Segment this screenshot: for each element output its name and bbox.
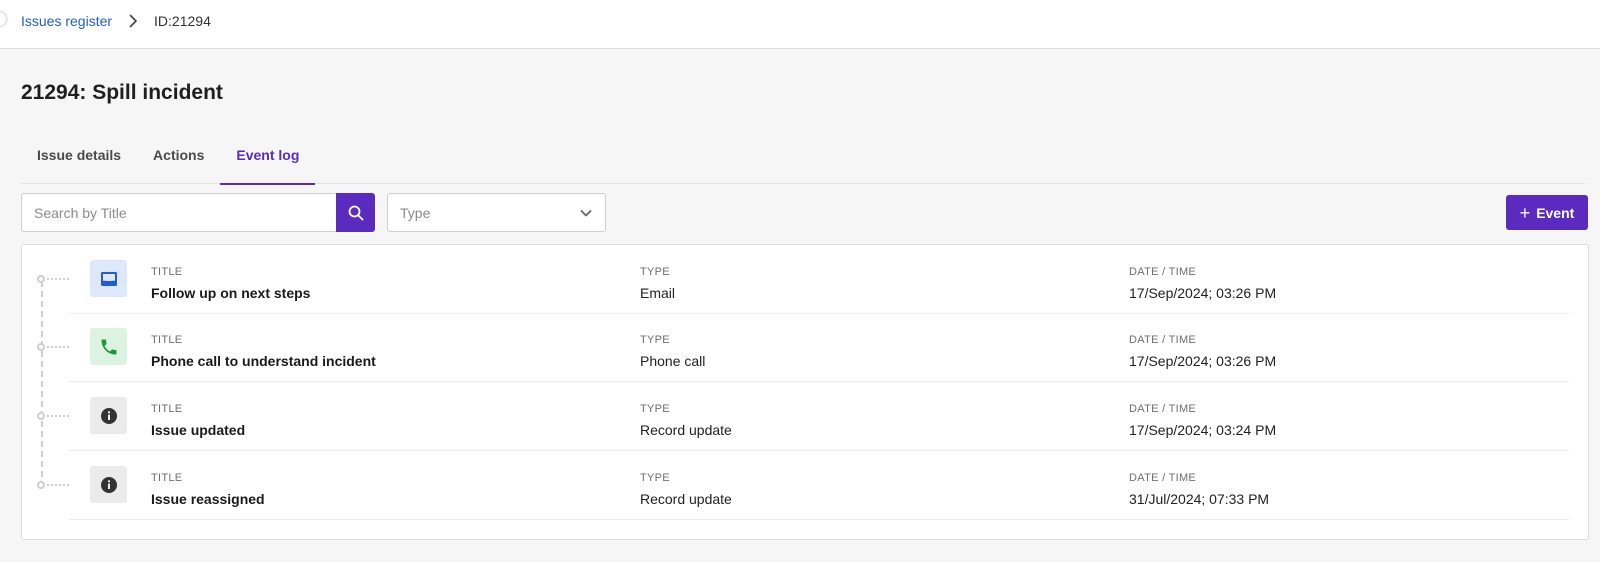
event-row[interactable]: Title Issue updated Type Record update D…	[37, 382, 1569, 451]
event-title-col: Title Phone call to understand incident	[151, 333, 376, 370]
chevron-down-icon	[580, 209, 592, 216]
timeline-connector	[47, 415, 69, 417]
event-datetime: 31/Jul/2024; 07:33 PM	[1129, 491, 1270, 507]
event-title: Issue updated	[151, 422, 246, 438]
timeline-connector	[47, 278, 69, 280]
event-type-col: Type Record update	[640, 402, 732, 439]
event-datetime: 17/Sep/2024; 03:26 PM	[1129, 353, 1277, 369]
info-icon	[100, 476, 117, 493]
event-type-col: Type Record update	[640, 471, 732, 508]
inbox-icon	[100, 271, 117, 286]
event-title-col: Title Follow up on next steps	[151, 265, 310, 302]
breadcrumb-issues-register-link[interactable]: Issues register	[21, 12, 112, 30]
page-title: 21294: Spill incident	[21, 81, 223, 104]
event-type-col: Type Email	[640, 265, 675, 302]
plus-icon: +	[1519, 202, 1531, 223]
type-label: Type	[640, 403, 670, 415]
timeline-dot	[37, 481, 45, 489]
type-label: Type	[640, 266, 670, 278]
event-title: Phone call to understand incident	[151, 353, 376, 369]
timeline-dot	[37, 343, 45, 351]
timeline-line	[41, 281, 43, 487]
title-label: Title	[151, 266, 183, 278]
event-date-col: Date / Time 31/Jul/2024; 07:33 PM	[1129, 471, 1269, 508]
event-icon-badge	[90, 397, 127, 434]
event-row[interactable]: Title Issue reassigned Type Record updat…	[37, 451, 1569, 520]
event-datetime: 17/Sep/2024; 03:24 PM	[1129, 422, 1277, 438]
timeline-dot	[37, 275, 45, 283]
type-filter-select[interactable]: Type	[387, 193, 606, 232]
datetime-label: Date / Time	[1129, 472, 1197, 484]
timeline-connector	[47, 346, 69, 348]
timeline-connector	[47, 484, 69, 486]
event-icon-badge	[90, 260, 127, 297]
tab-issue-details[interactable]: Issue details	[21, 126, 137, 184]
event-type: Record update	[640, 422, 732, 438]
search-icon	[348, 205, 363, 220]
event-icon-badge	[90, 328, 127, 365]
top-bar: Issues register ID:21294	[0, 0, 1600, 49]
datetime-label: Date / Time	[1129, 266, 1197, 278]
tab-bar: Issue details Actions Event log	[21, 126, 1585, 185]
sidebar-toggle-handle[interactable]	[0, 12, 6, 26]
tab-event-log[interactable]: Event log	[220, 126, 316, 185]
type-filter-value: Type	[400, 204, 431, 221]
search-input[interactable]	[21, 193, 336, 232]
event-row[interactable]: Title Phone call to understand incident …	[37, 313, 1569, 382]
event-icon-badge	[90, 466, 127, 503]
search-group	[21, 193, 375, 232]
event-type: Email	[640, 285, 676, 301]
event-date-col: Date / Time 17/Sep/2024; 03:26 PM	[1129, 333, 1276, 370]
event-type: Phone call	[640, 353, 706, 369]
event-title-col: Title Issue reassigned	[151, 471, 265, 508]
type-label: Type	[640, 334, 670, 346]
datetime-label: Date / Time	[1129, 334, 1197, 346]
event-title: Issue reassigned	[151, 491, 265, 507]
datetime-label: Date / Time	[1129, 403, 1197, 415]
event-type: Record update	[640, 491, 732, 507]
event-date-col: Date / Time 17/Sep/2024; 03:26 PM	[1129, 265, 1276, 302]
add-event-label: Event	[1536, 204, 1575, 221]
search-button[interactable]	[336, 193, 375, 232]
event-title-col: Title Issue updated	[151, 402, 245, 439]
timeline-dot	[37, 412, 45, 420]
event-date-col: Date / Time 17/Sep/2024; 03:24 PM	[1129, 402, 1276, 439]
breadcrumb: Issues register ID:21294	[21, 12, 211, 30]
type-label: Type	[640, 472, 670, 484]
title-label: Title	[151, 472, 183, 484]
chevron-right-icon	[129, 14, 137, 28]
event-log-list: Title Follow up on next steps Type Email…	[21, 244, 1589, 540]
breadcrumb-current: ID:21294	[154, 13, 211, 29]
tab-actions[interactable]: Actions	[137, 126, 220, 184]
title-label: Title	[151, 334, 183, 346]
event-row[interactable]: Title Follow up on next steps Type Email…	[37, 245, 1569, 314]
event-title: Follow up on next steps	[151, 285, 311, 301]
info-icon	[100, 407, 117, 424]
event-type-col: Type Phone call	[640, 333, 705, 370]
title-label: Title	[151, 403, 183, 415]
add-event-button[interactable]: + Event	[1506, 195, 1588, 230]
event-datetime: 17/Sep/2024; 03:26 PM	[1129, 285, 1277, 301]
phone-icon	[101, 339, 116, 354]
